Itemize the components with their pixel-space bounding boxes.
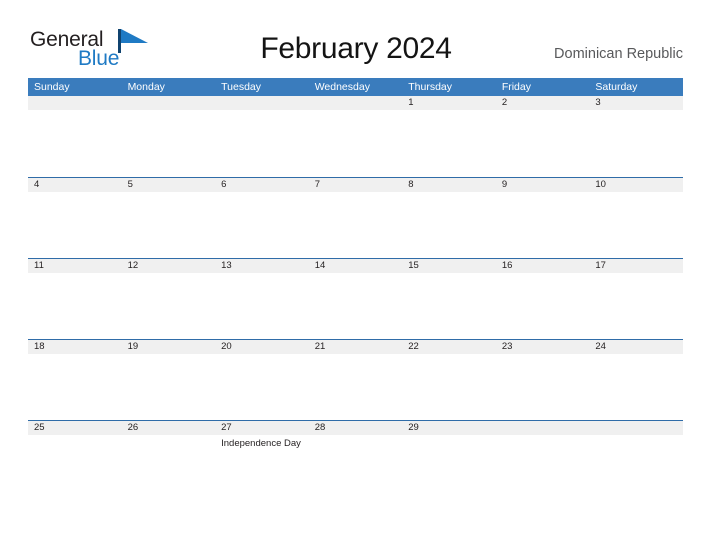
week-row: 1 2 3: [28, 96, 683, 177]
calendar-grid: Sunday Monday Tuesday Wednesday Thursday…: [28, 78, 683, 490]
day-number: 11: [34, 260, 44, 271]
day-number: 6: [221, 179, 227, 190]
day-cell[interactable]: 21: [309, 340, 403, 420]
day-number: 18: [34, 341, 45, 352]
day-number: 21: [314, 341, 326, 352]
day-number: 1: [408, 97, 414, 108]
weekday-header-tuesday: Tuesday: [221, 81, 262, 93]
day-number: 28: [314, 422, 326, 433]
day-number: 3: [595, 97, 601, 108]
day-cell[interactable]: 7: [309, 178, 403, 258]
week-row: 25 26 27 Independence Day 28 29: [28, 420, 683, 490]
day-cell[interactable]: 29: [402, 421, 496, 490]
day-cell[interactable]: [122, 96, 216, 177]
day-cell[interactable]: [28, 96, 122, 177]
day-cell[interactable]: 19: [122, 340, 216, 420]
day-cell[interactable]: 24: [589, 340, 683, 420]
weekday-header-friday: Friday: [501, 81, 531, 93]
day-cell[interactable]: 27 Independence Day: [215, 421, 309, 490]
day-cell[interactable]: 8: [402, 178, 496, 258]
day-number: 22: [408, 341, 419, 352]
weekday-header-wednesday: Wednesday: [314, 81, 370, 93]
day-cell[interactable]: 11: [28, 259, 122, 339]
day-cell[interactable]: [215, 96, 309, 177]
day-cell[interactable]: 14: [309, 259, 403, 339]
day-cell[interactable]: 26: [122, 421, 216, 490]
day-number: 13: [221, 260, 232, 271]
weekday-header-saturday: Saturday: [595, 81, 638, 93]
day-cell[interactable]: [309, 96, 403, 177]
day-cell[interactable]: 20: [215, 340, 309, 420]
day-number: 8: [408, 179, 414, 190]
day-cell[interactable]: 17: [589, 259, 683, 339]
day-number: 29: [408, 422, 419, 433]
day-cell[interactable]: [589, 421, 683, 490]
day-cell[interactable]: 22: [402, 340, 496, 420]
day-number: 16: [501, 260, 513, 271]
day-number: 25: [34, 422, 45, 433]
weekday-header-row: Sunday Monday Tuesday Wednesday Thursday…: [28, 78, 683, 96]
day-number: 17: [595, 260, 606, 271]
day-cell[interactable]: 13: [215, 259, 309, 339]
day-number: 7: [314, 179, 320, 190]
day-cell[interactable]: 16: [496, 259, 590, 339]
day-number: 10: [595, 179, 606, 190]
day-cell[interactable]: 1: [402, 96, 496, 177]
day-number: 12: [127, 260, 139, 271]
day-number: 9: [501, 179, 508, 190]
day-cell[interactable]: 6: [215, 178, 309, 258]
day-number: 23: [501, 341, 513, 352]
day-cell[interactable]: 4: [28, 178, 122, 258]
day-cell[interactable]: 3: [589, 96, 683, 177]
week-row: 11 12 13 14 15 16 17: [28, 258, 683, 339]
day-cell[interactable]: 10: [589, 178, 683, 258]
day-number: 2: [501, 97, 508, 108]
day-cell[interactable]: 25: [28, 421, 122, 490]
day-cell[interactable]: 28: [309, 421, 403, 490]
weekday-header-sunday: Sunday: [34, 81, 70, 93]
day-cell[interactable]: 9: [496, 178, 590, 258]
day-number: 27: [221, 422, 232, 433]
day-event: Independence Day: [221, 438, 301, 449]
region-label: Dominican Republic: [554, 46, 683, 62]
day-cell[interactable]: 5: [122, 178, 216, 258]
day-number: 4: [34, 179, 40, 190]
day-number: 20: [221, 341, 232, 352]
day-number: 26: [127, 422, 139, 433]
day-number: 24: [595, 341, 606, 352]
weekday-header-thursday: Thursday: [408, 81, 453, 93]
day-cell[interactable]: 15: [402, 259, 496, 339]
day-cell[interactable]: [496, 421, 590, 490]
day-cell[interactable]: 23: [496, 340, 590, 420]
day-number: 19: [127, 341, 139, 352]
day-cell[interactable]: 18: [28, 340, 122, 420]
week-row: 4 5 6 7 8 9 10: [28, 177, 683, 258]
day-number: 15: [408, 260, 419, 271]
day-cell[interactable]: 2: [496, 96, 590, 177]
week-row: 18 19 20 21 22 23 24: [28, 339, 683, 420]
day-number: 14: [314, 260, 326, 271]
day-cell[interactable]: 12: [122, 259, 216, 339]
day-number: 5: [127, 179, 133, 190]
weekday-header-monday: Monday: [127, 81, 165, 93]
page-header: General Blue February 2024 Dominican Rep…: [0, 0, 712, 78]
